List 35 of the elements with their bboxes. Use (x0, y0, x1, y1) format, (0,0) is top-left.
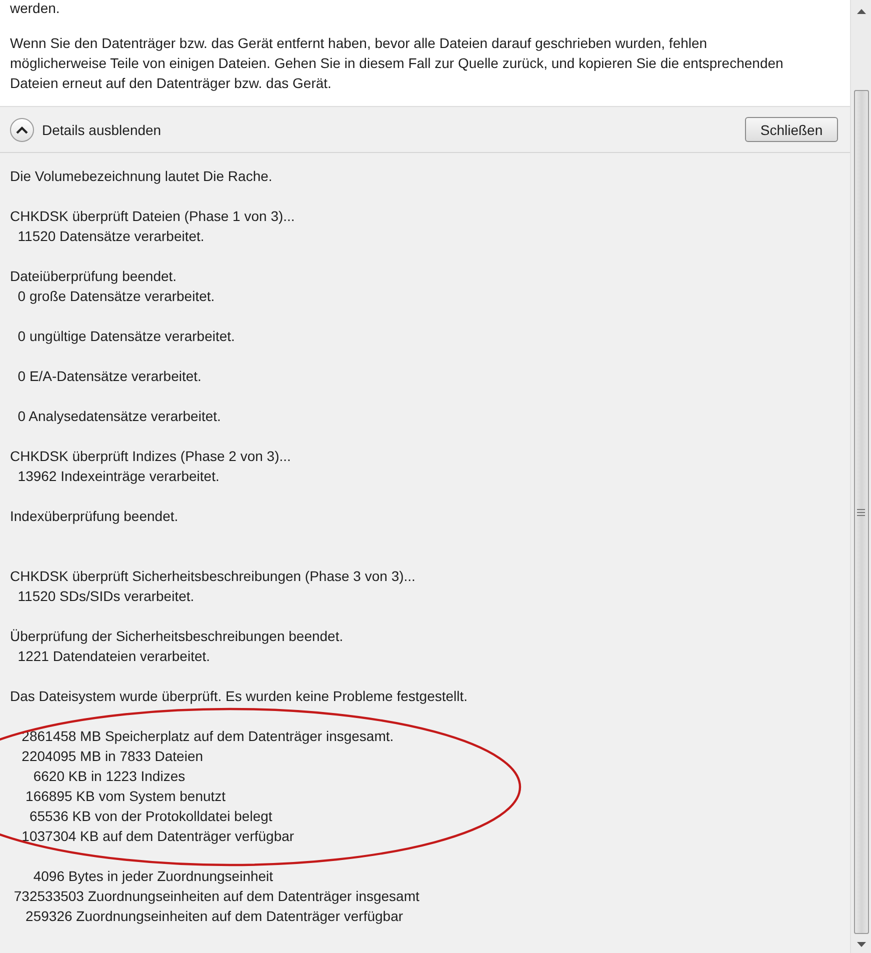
log-line: Die Volumebezeichnung lautet Die Rache. (10, 167, 274, 186)
log-line: Überprüfung der Sicherheitsbeschreibungen beendet. (10, 627, 344, 646)
log-line: Dateiüberprüfung beendet. (10, 267, 178, 286)
log-line: 11520 SDs/SIDs verarbeitet. (16, 587, 196, 606)
log-line: 0 Analysedatensätze verarbeitet. (16, 407, 222, 426)
log-line: 0 ungültige Datensätze verarbeitet. (16, 327, 236, 346)
scrollbar[interactable] (850, 0, 871, 953)
log-line: CHKDSK überprüft Dateien (Phase 1 von 3)... (10, 207, 296, 226)
log-line: 259326 Zuordnungseinheiten auf dem Datenträger verfügbar (24, 907, 404, 926)
log-line: CHKDSK überprüft Sicherheitsbeschreibungen (Phase 3 von 3)... (10, 567, 416, 586)
log-line: 1037304 KB auf dem Datenträger verfügbar (20, 827, 296, 846)
scroll-up-icon[interactable] (856, 9, 866, 14)
log-line: 0 E/A-Datensätze verarbeitet. (16, 367, 202, 386)
log-line: 2204095 MB in 7833 Dateien (20, 747, 204, 766)
chevron-icon (10, 118, 34, 142)
log-line: 732533503 Zuordnungseinheiten auf dem Datenträger insgesamt (12, 887, 420, 906)
log-line: 13962 Indexeinträge verarbeitet. (16, 467, 220, 486)
close-button[interactable]: Schließen (745, 117, 838, 142)
log-line: 1221 Datendateien verarbeitet. (16, 647, 212, 666)
log-line: 2861458 MB Speicherplatz auf dem Datenträger insgesamt. (20, 727, 395, 746)
message-text: Wenn Sie den Datenträger bzw. das Gerät entfernt haben, bevor alle Dateien darauf geschrieben wurden, fehlen möglicherweise Teile von einigen Dateien. Gehen Sie in diesem Fall zur Quelle zurück, und kopieren Sie die entsprechenden Dateien erneut auf den Datenträger bzw. das Gerät. (10, 34, 784, 93)
details-toggle[interactable]: Details ausblenden (10, 118, 162, 142)
message-text: werden. (10, 0, 61, 16)
scroll-thumb[interactable] (854, 90, 868, 934)
log-line: 166895 KB vom System benutzt (24, 787, 227, 806)
log-line: Das Dateisystem wurde überprüft. Es wurden keine Probleme festgestellt. (10, 687, 469, 706)
log-line: 0 große Datensätze verarbeitet. (16, 287, 216, 306)
log-line: 65536 KB von der Protokolldatei belegt (28, 807, 274, 826)
scroll-down-icon[interactable] (856, 942, 866, 947)
grip-icon (857, 508, 865, 516)
log-line: 6620 KB in 1223 Indizes (32, 767, 186, 786)
log-line: Indexüberprüfung beendet. (10, 507, 180, 526)
log-line: CHKDSK überprüft Indizes (Phase 2 von 3)... (10, 447, 292, 466)
log-line: 4096 Bytes in jeder Zuordnungseinheit (32, 867, 274, 886)
log-line: 11520 Datensätze verarbeitet. (16, 227, 206, 246)
